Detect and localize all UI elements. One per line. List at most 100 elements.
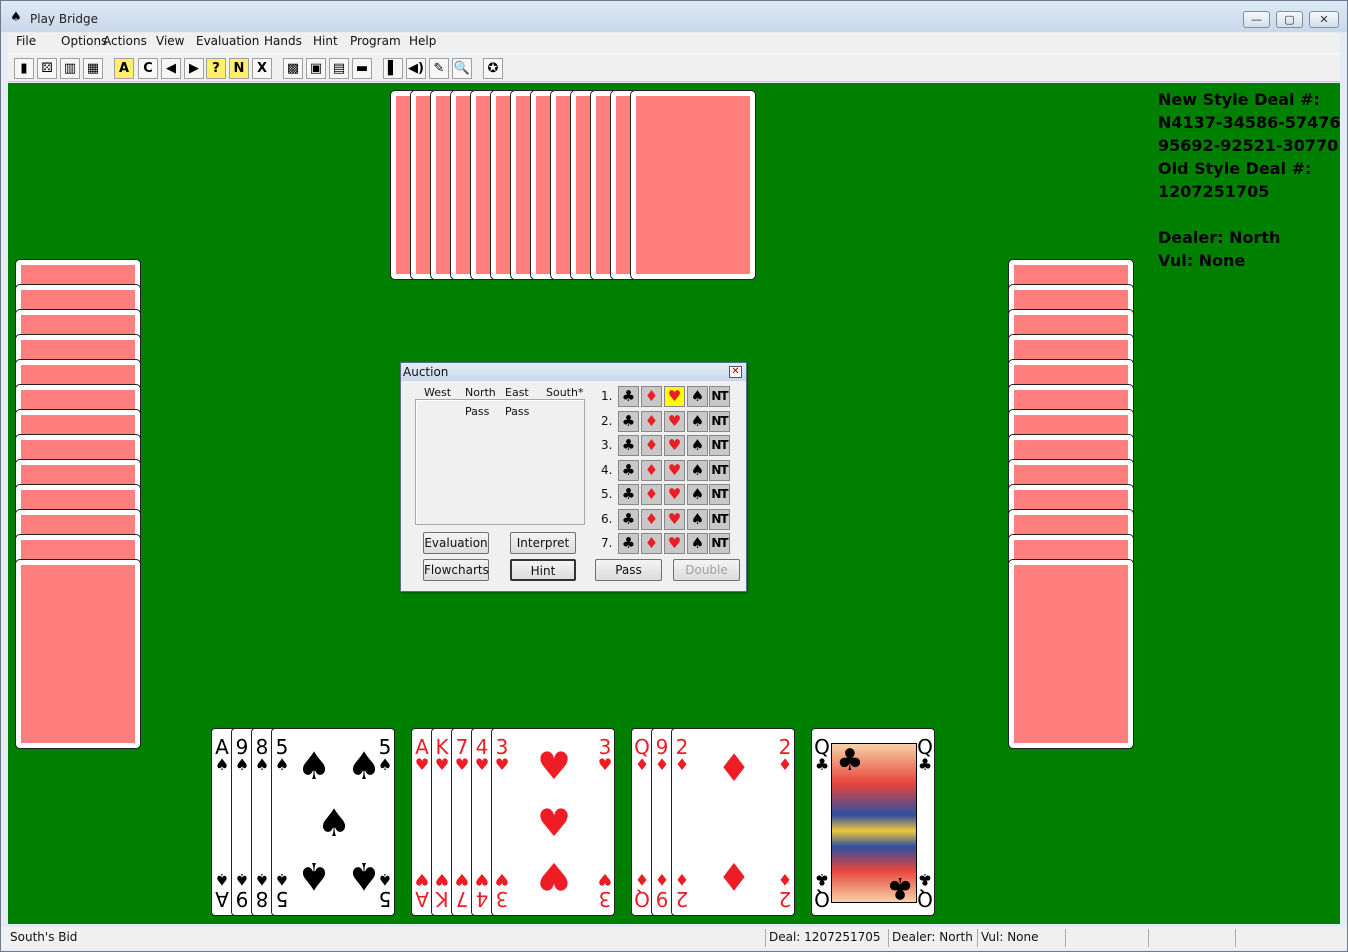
menu-actions[interactable]: Actions xyxy=(103,34,147,48)
card-pip-icon: ♦ xyxy=(716,854,752,898)
pass-button[interactable]: Pass xyxy=(595,559,662,581)
book-icon[interactable]: ▥ xyxy=(60,58,80,79)
card-suit-icon: ♦ xyxy=(634,870,650,889)
bid-7-hearts-icon[interactable]: ♥ xyxy=(664,533,685,554)
settings-icon[interactable]: ✪ xyxy=(483,58,503,79)
bid-7-spades-icon[interactable]: ♠ xyxy=(687,533,708,554)
status-bar: South's Bid Deal: 1207251705 Dealer: Nor… xyxy=(1,927,1347,949)
film3-icon[interactable]: ▤ xyxy=(329,58,349,79)
interpret-button[interactable]: Interpret xyxy=(510,532,576,554)
menu-program[interactable]: Program xyxy=(350,34,401,48)
bid-2-diamonds-icon[interactable]: ♦ xyxy=(641,410,662,432)
back-icon[interactable]: ◀ xyxy=(161,58,181,79)
card-suit-icon: ♦ xyxy=(777,755,793,774)
help-icon[interactable]: ? xyxy=(206,58,226,79)
auction-dialog: Auction ✕ West North East South* Pass Pa… xyxy=(400,362,747,592)
close-button[interactable]: ✕ xyxy=(1309,11,1339,28)
bid-level-label: 4. xyxy=(601,462,613,477)
bid-2-clubs-icon[interactable]: ♣ xyxy=(618,410,639,432)
maximize-button[interactable]: ▢ xyxy=(1276,11,1303,28)
edit-icon[interactable]: ✎ xyxy=(429,58,449,79)
south-card[interactable]: 3 ♥ 3 ♥ 3 ♥ 3 ♥ ♥ ♥ ♥ xyxy=(491,728,615,916)
auction-title-bar[interactable]: Auction ✕ xyxy=(401,363,746,381)
bid-2-notrump-button[interactable]: NT xyxy=(709,410,730,432)
bid-3-clubs-icon[interactable]: ♣ xyxy=(618,435,639,456)
bid-6-spades-icon[interactable]: ♠ xyxy=(687,508,708,530)
hint-button[interactable]: Hint xyxy=(510,559,576,581)
bid-6-hearts-icon[interactable]: ♥ xyxy=(664,508,685,530)
menu-hands[interactable]: Hands xyxy=(264,34,302,48)
bid-1-clubs-icon[interactable]: ♣ xyxy=(618,386,639,407)
menu-help[interactable]: Help xyxy=(409,34,436,48)
grid-icon[interactable]: ▦ xyxy=(83,58,103,79)
bid-6-clubs-icon[interactable]: ♣ xyxy=(618,508,639,530)
next-icon[interactable]: N xyxy=(229,58,249,79)
auto-icon[interactable]: A xyxy=(114,58,134,79)
double-button[interactable]: Double xyxy=(673,559,740,581)
bid-4-spades-icon[interactable]: ♠ xyxy=(687,459,708,481)
bid-2-spades-icon[interactable]: ♠ xyxy=(687,410,708,432)
deck-icon[interactable]: ▮ xyxy=(14,58,34,79)
zoom-icon[interactable]: 🔍 xyxy=(452,58,472,79)
bid-1-notrump-button[interactable]: NT xyxy=(709,386,730,407)
title-bar[interactable]: ♠ Play Bridge — ▢ ✕ xyxy=(1,1,1347,32)
south-card[interactable]: 5 ♠ 5 ♠ 5 ♠ 5 ♠ ♠ ♠ ♠ ♠ ♠ xyxy=(271,728,395,916)
bid-5-spades-icon[interactable]: ♠ xyxy=(687,484,708,505)
auction-close-icon[interactable]: ✕ xyxy=(729,366,742,378)
menu-file[interactable]: File xyxy=(16,34,36,48)
bid-1-diamonds-icon[interactable]: ♦ xyxy=(641,386,662,407)
chart-icon[interactable]: ▌ xyxy=(383,58,403,79)
film-icon[interactable]: ▩ xyxy=(283,58,303,79)
status-dealer: Dealer: North xyxy=(888,929,977,947)
menu-options[interactable]: Options xyxy=(61,34,107,48)
bid-5-hearts-icon[interactable]: ♥ xyxy=(664,484,685,505)
menu-evaluation[interactable]: Evaluation xyxy=(196,34,259,48)
card-suit-icon: ♦ xyxy=(634,755,650,774)
menu-view[interactable]: View xyxy=(156,34,184,48)
bid-3-notrump-button[interactable]: NT xyxy=(709,435,730,456)
sound-icon[interactable]: ◀) xyxy=(406,58,426,79)
north-call: Pass xyxy=(465,405,490,418)
bid-7-notrump-button[interactable]: NT xyxy=(709,533,730,554)
bid-5-notrump-button[interactable]: NT xyxy=(709,484,730,505)
bid-6-notrump-button[interactable]: NT xyxy=(709,508,730,530)
minimize-button[interactable]: — xyxy=(1243,11,1270,28)
menu-hint[interactable]: Hint xyxy=(313,34,338,48)
card-pip-icon: ♥ xyxy=(536,854,572,898)
bid-level-label: 2. xyxy=(601,413,613,428)
bid-4-diamonds-icon[interactable]: ♦ xyxy=(641,459,662,481)
card-rank: 9 xyxy=(235,735,249,759)
cancel-icon[interactable]: X xyxy=(252,58,272,79)
bid-3-diamonds-icon[interactable]: ♦ xyxy=(641,435,662,456)
forward-icon[interactable]: ▶ xyxy=(184,58,204,79)
deal-info-panel: New Style Deal #: N4137-34586-57476- 956… xyxy=(1158,88,1340,272)
bid-7-diamonds-icon[interactable]: ♦ xyxy=(641,533,662,554)
bid-1-spades-icon[interactable]: ♠ xyxy=(687,386,708,407)
card-pip-icon: ♠ xyxy=(316,801,352,845)
west-card-back xyxy=(16,560,140,748)
film2-icon[interactable]: ▣ xyxy=(306,58,326,79)
bid-5-diamonds-icon[interactable]: ♦ xyxy=(641,484,662,505)
south-card[interactable]: Q ♣ Q ♣ Q ♣ Q ♣ ♣ ♣ xyxy=(811,728,935,916)
flowcharts-button[interactable]: Flowcharts xyxy=(423,559,489,581)
bid-2-hearts-icon[interactable]: ♥ xyxy=(664,410,685,432)
bid-3-hearts-icon[interactable]: ♥ xyxy=(664,435,685,456)
bar-icon[interactable]: ▬ xyxy=(352,58,372,79)
bid-level-label: 1. xyxy=(601,389,613,403)
evaluation-button[interactable]: Evaluation xyxy=(423,532,489,554)
south-card[interactable]: 2 ♦ 2 ♦ 2 ♦ 2 ♦ ♦ ♦ xyxy=(671,728,795,916)
bid-4-hearts-icon[interactable]: ♥ xyxy=(664,459,685,481)
card-suit-icon: ♠ xyxy=(234,870,250,889)
bid-4-clubs-icon[interactable]: ♣ xyxy=(618,459,639,481)
bid-level-label: 3. xyxy=(601,438,613,452)
bid-5-clubs-icon[interactable]: ♣ xyxy=(618,484,639,505)
bid-6-diamonds-icon[interactable]: ♦ xyxy=(641,508,662,530)
bid-7-clubs-icon[interactable]: ♣ xyxy=(618,533,639,554)
dice-icon[interactable]: ⚄ xyxy=(37,58,57,79)
bid-3-spades-icon[interactable]: ♠ xyxy=(687,435,708,456)
bid-1-hearts-icon[interactable]: ♥ xyxy=(664,386,685,407)
card-rank: Q xyxy=(814,735,830,759)
bid-4-notrump-button[interactable]: NT xyxy=(709,459,730,481)
clear-icon[interactable]: C xyxy=(138,58,158,79)
card-suit-icon: ♦ xyxy=(654,755,670,774)
